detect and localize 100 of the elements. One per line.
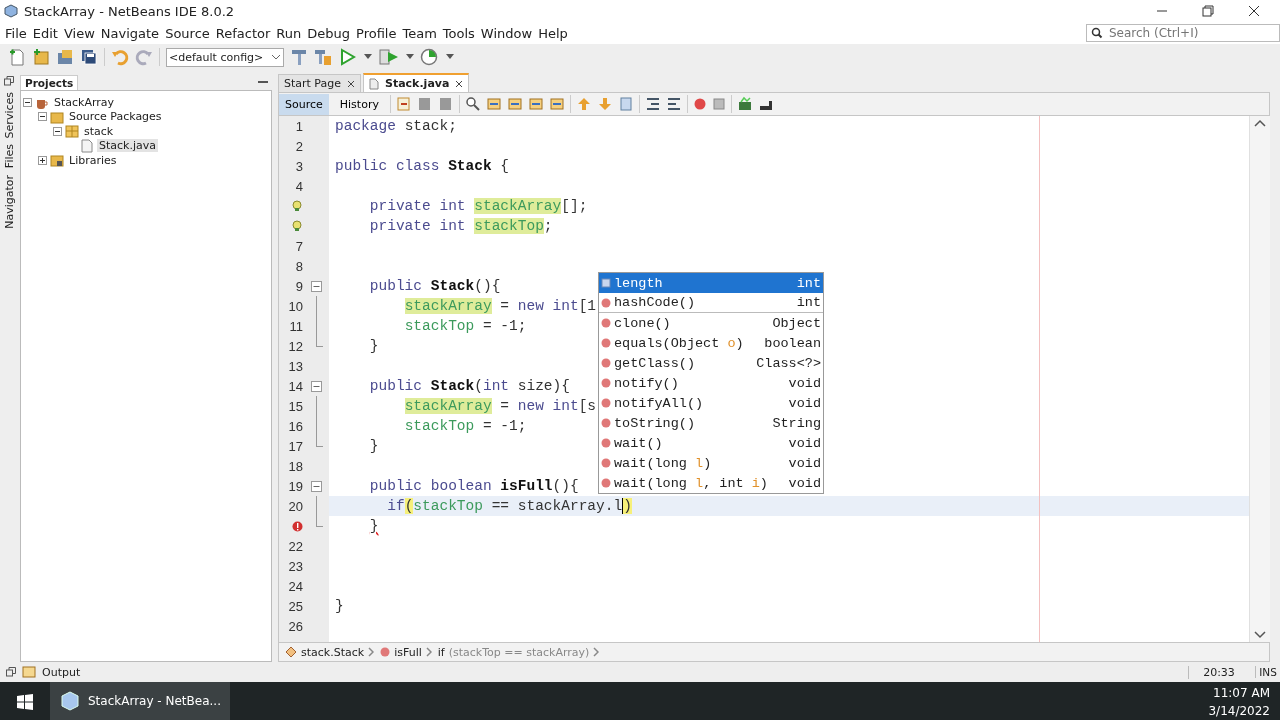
shift-right-icon[interactable] <box>665 96 682 112</box>
code-line: } <box>368 518 379 534</box>
editor-tab[interactable]: Stack.java <box>363 73 470 92</box>
line-number: 11 <box>288 318 303 334</box>
fold-icon[interactable] <box>311 281 322 292</box>
circle-icon <box>601 318 611 328</box>
close-icon[interactable] <box>1248 5 1260 17</box>
tree-item[interactable]: stack <box>82 124 116 138</box>
new-project-icon[interactable] <box>32 48 50 66</box>
caret-icon[interactable] <box>271 53 281 61</box>
profile-icon[interactable] <box>420 48 440 66</box>
side-tab[interactable]: Navigator <box>2 174 16 229</box>
line-number: 26 <box>287 618 303 634</box>
caret-icon[interactable] <box>364 54 372 60</box>
collapse-icon[interactable] <box>23 97 32 107</box>
completion-item[interactable]: toString() String <box>599 413 823 433</box>
side-tab[interactable]: Services <box>2 92 16 139</box>
search-icon[interactable] <box>1091 27 1105 39</box>
completion-item[interactable]: notify() void <box>599 373 823 393</box>
line-number: 20 <box>287 498 303 514</box>
menu-item[interactable]: File <box>2 25 30 41</box>
view-tab[interactable]: History <box>333 93 385 115</box>
tree-item[interactable]: Source Packages <box>67 110 164 124</box>
completion-item[interactable]: wait(long l, int i) void <box>599 473 823 493</box>
magnifier-icon[interactable] <box>464 96 481 112</box>
menu-item[interactable]: Window <box>477 25 536 41</box>
file-icon <box>369 77 379 90</box>
completion-item[interactable]: notifyAll() void <box>599 393 823 413</box>
minimize-icon[interactable] <box>258 79 268 85</box>
page-icon[interactable] <box>416 96 433 112</box>
menu-item[interactable]: Profile <box>353 25 400 41</box>
restore-icon[interactable] <box>4 76 14 86</box>
search-field[interactable]: Search (Ctrl+I) <box>1086 24 1280 42</box>
completion-item[interactable]: equals(Object o) boolean <box>599 333 823 353</box>
side-tab[interactable]: Files <box>2 144 16 169</box>
cube-icon <box>60 691 80 711</box>
completion-item[interactable]: wait(long l) void <box>599 453 823 473</box>
close-icon[interactable] <box>347 79 355 88</box>
line-number: 24 <box>287 578 303 594</box>
completion-item[interactable]: length int <box>599 273 823 293</box>
caret-icon[interactable] <box>446 54 454 60</box>
windows-logo-icon[interactable] <box>16 693 34 711</box>
restore-icon[interactable] <box>1202 5 1214 17</box>
fold-icon[interactable] <box>311 381 322 392</box>
config-dropdown[interactable]: <default config> <box>166 47 284 67</box>
tree-item[interactable]: StackArray <box>52 95 117 109</box>
caret-icon[interactable] <box>406 54 414 60</box>
menu-item[interactable]: Refactor <box>212 25 274 41</box>
line-number: 1 <box>294 118 303 134</box>
tree-item[interactable]: Stack.java <box>97 139 158 153</box>
menu-item[interactable]: Source <box>162 25 213 41</box>
lightbulb-icon[interactable] <box>291 220 303 232</box>
debug-icon[interactable] <box>378 48 400 66</box>
scroll-down-icon[interactable] <box>1254 631 1266 639</box>
code-line: public class Stack { <box>335 158 510 174</box>
fold-icon[interactable] <box>311 481 322 492</box>
menu-item[interactable]: Team <box>399 25 440 41</box>
breadcrumb-label: stack.Stack <box>301 645 365 659</box>
hammer-icon[interactable] <box>290 48 308 66</box>
completion-item[interactable]: getClass() Class<?> <box>599 353 823 373</box>
lightbulb-icon[interactable] <box>291 200 303 212</box>
taskbar-button[interactable]: StackArray - NetBea... <box>50 682 230 720</box>
expand-icon[interactable] <box>38 155 47 165</box>
menu-item[interactable]: Tools <box>439 25 478 41</box>
view-tab[interactable]: Source <box>279 93 329 115</box>
completion-item[interactable]: wait() void <box>599 433 823 453</box>
tree-item[interactable]: Libraries <box>67 153 119 167</box>
line-number: 18 <box>287 458 303 474</box>
record-icon[interactable] <box>692 97 707 111</box>
restore-icon[interactable] <box>6 667 16 677</box>
collapse-icon[interactable] <box>38 112 47 122</box>
close-icon[interactable] <box>455 79 464 88</box>
menu-item[interactable]: Edit <box>29 25 61 41</box>
menu-item[interactable]: Run <box>273 25 305 41</box>
new-file-icon[interactable] <box>8 48 26 66</box>
clock-date: 3/14/2022 <box>1208 703 1270 720</box>
hammer-brush-icon[interactable] <box>314 48 332 66</box>
save-all-icon[interactable] <box>80 48 98 66</box>
panel-tab[interactable]: Projects <box>20 74 79 90</box>
circle-icon <box>601 378 611 388</box>
circle-icon <box>601 358 611 368</box>
chart-icon[interactable] <box>736 96 753 112</box>
shift-left-icon[interactable] <box>644 96 661 112</box>
menu-item[interactable]: Debug <box>304 25 354 41</box>
editor-tab[interactable]: Start Page <box>278 74 361 92</box>
page-icon[interactable] <box>437 96 454 112</box>
completion-item[interactable]: clone() Object <box>599 313 823 333</box>
menu-item[interactable]: Navigate <box>97 25 163 41</box>
square-icon <box>601 278 611 288</box>
output-tab[interactable]: Output <box>42 665 81 679</box>
circle-icon <box>601 297 611 308</box>
code-line: stackTop = -1; <box>403 418 527 434</box>
menu-item[interactable]: Help <box>535 25 571 41</box>
collapse-icon[interactable] <box>53 126 62 136</box>
error-icon[interactable] <box>292 520 303 532</box>
completion-item[interactable]: hashCode() int <box>599 293 823 313</box>
scroll-up-icon[interactable] <box>1254 119 1266 127</box>
line-number: 13 <box>287 358 303 374</box>
run-icon[interactable] <box>338 48 358 66</box>
menu-item[interactable]: View <box>60 25 98 41</box>
